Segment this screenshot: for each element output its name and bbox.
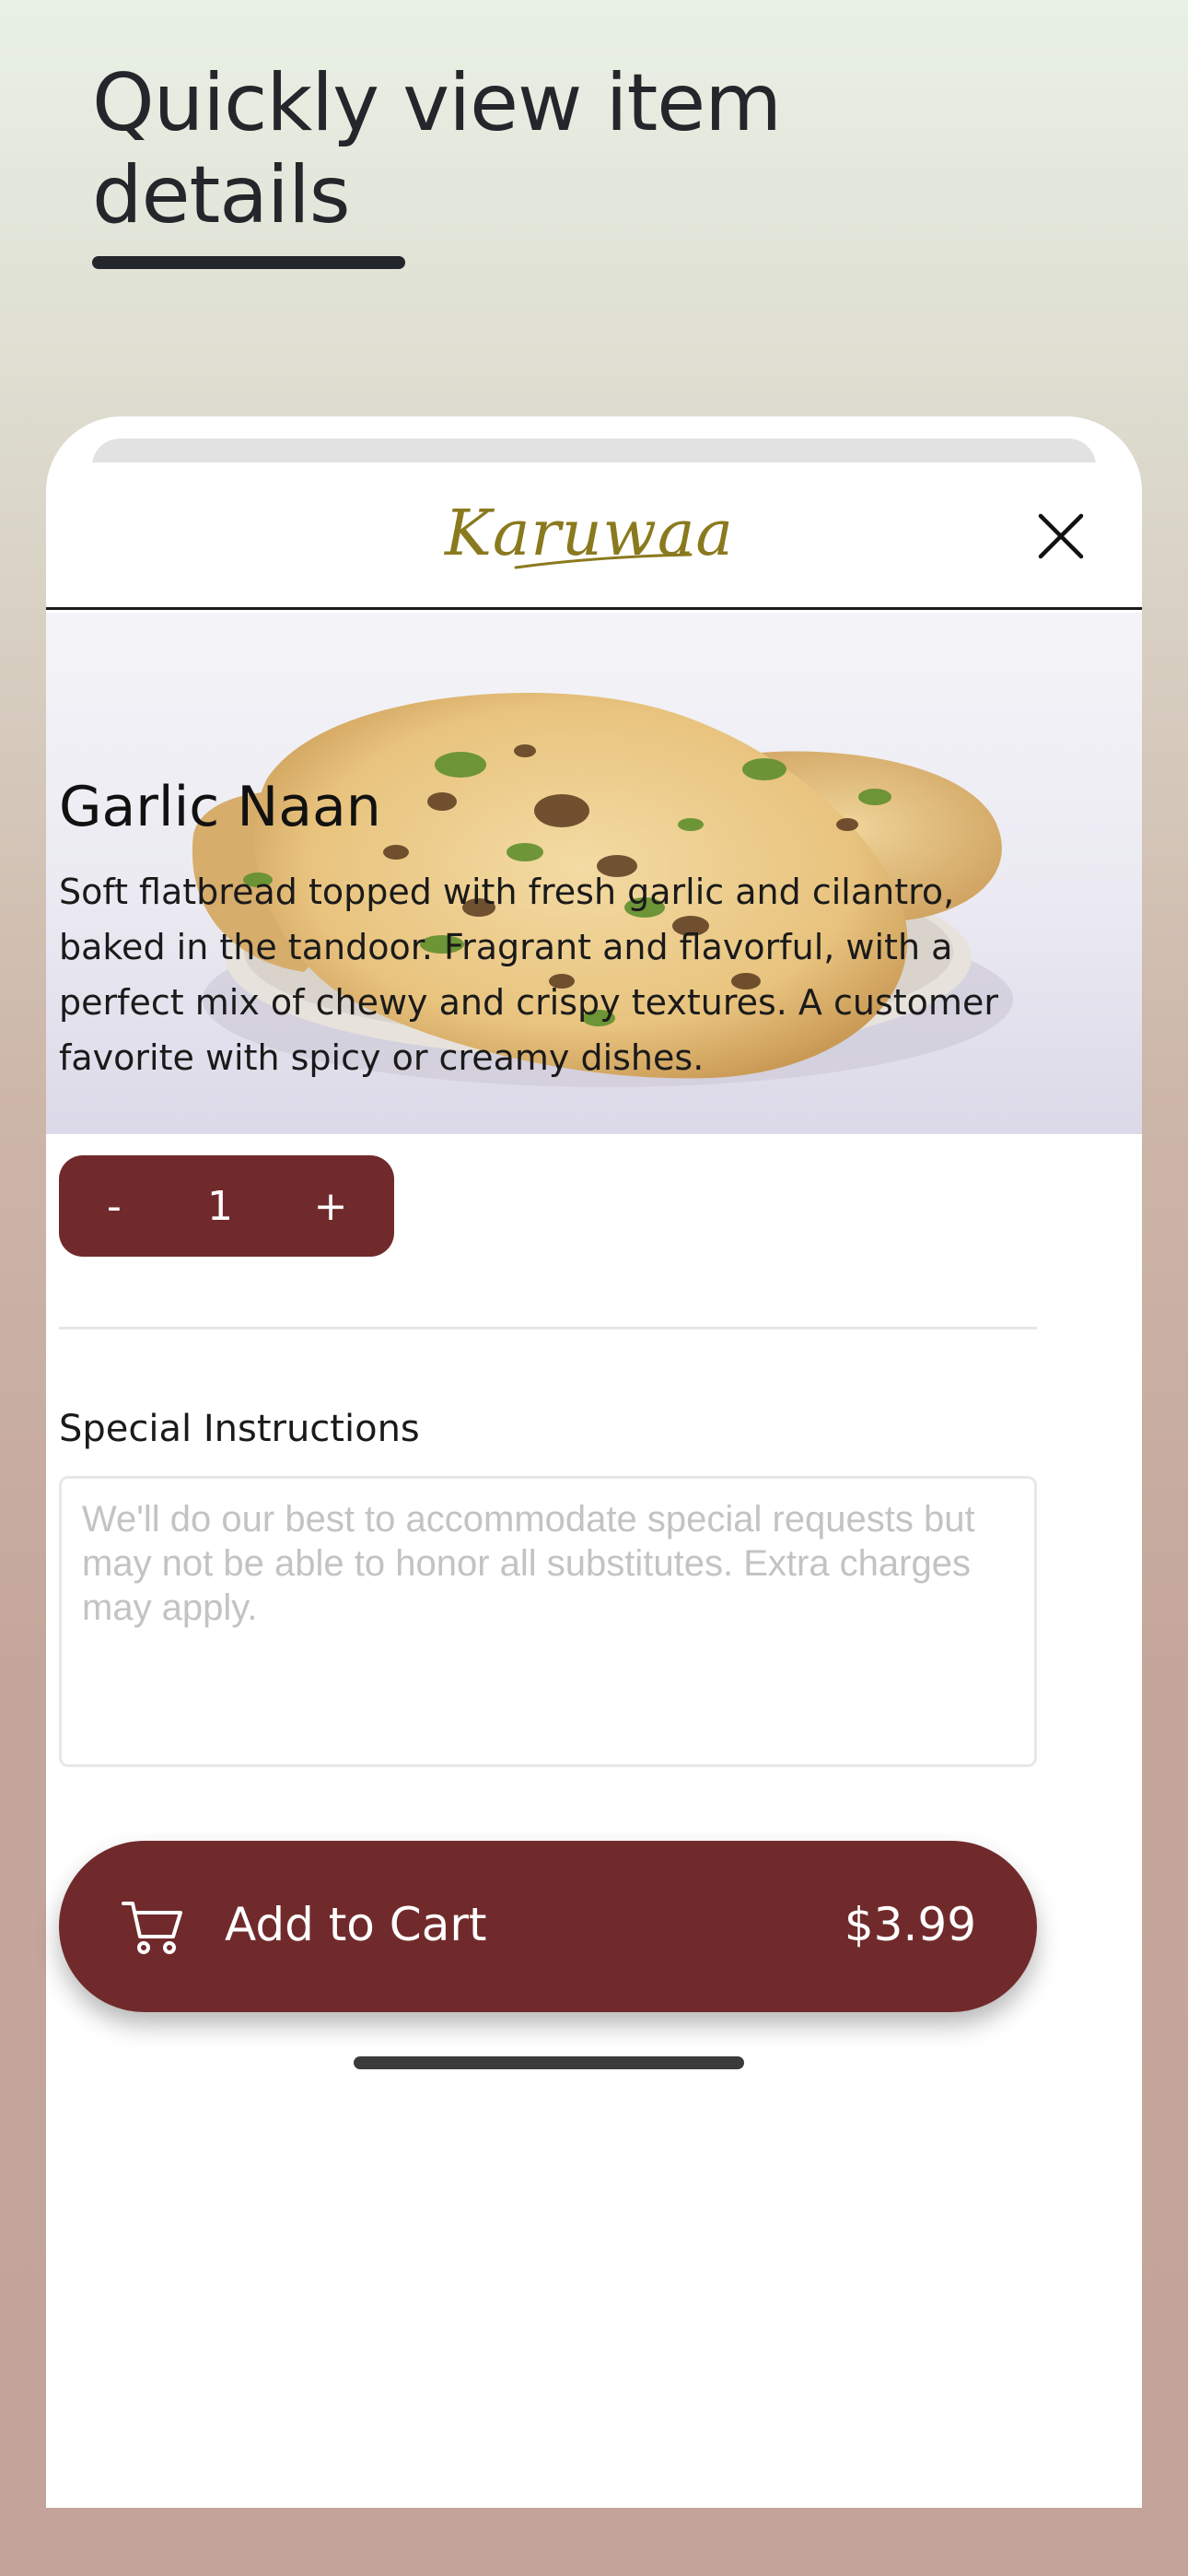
item-detail-sheet: Karuwaa — [46, 416, 1142, 2508]
section-divider — [59, 1327, 1037, 1329]
app-header: Karuwaa — [46, 463, 1142, 610]
promo-headline-line1: Quickly view item — [92, 57, 782, 149]
brand-logo: Karuwaa — [414, 483, 764, 584]
add-to-cart-button[interactable]: Add to Cart $3.99 — [59, 1841, 1037, 2012]
cart-price: $3.99 — [844, 1898, 976, 1951]
close-icon — [1038, 513, 1084, 559]
special-instructions-label: Special Instructions — [59, 1408, 420, 1450]
promo-headline: Quickly view item details — [92, 57, 921, 241]
decrease-quantity-button[interactable]: - — [59, 1183, 169, 1230]
increase-quantity-button[interactable]: + — [271, 1183, 390, 1230]
item-title: Garlic Naan — [59, 775, 381, 839]
special-instructions-input[interactable] — [59, 1476, 1037, 1767]
quantity-value: 1 — [207, 1182, 233, 1230]
promo-headline-line2: details — [92, 149, 351, 241]
headline-underline — [92, 256, 405, 269]
item-info: Garlic Naan Soft flatbread topped with f… — [59, 774, 1037, 1085]
close-button[interactable] — [1035, 510, 1087, 562]
logo-swash — [514, 553, 693, 569]
home-indicator[interactable] — [354, 2056, 744, 2069]
quantity-stepper: - 1 + — [59, 1155, 394, 1257]
item-description: Soft flatbread topped with fresh garlic … — [59, 872, 998, 1078]
cart-icon — [122, 1902, 182, 1954]
add-to-cart-label: Add to Cart — [225, 1898, 487, 1951]
